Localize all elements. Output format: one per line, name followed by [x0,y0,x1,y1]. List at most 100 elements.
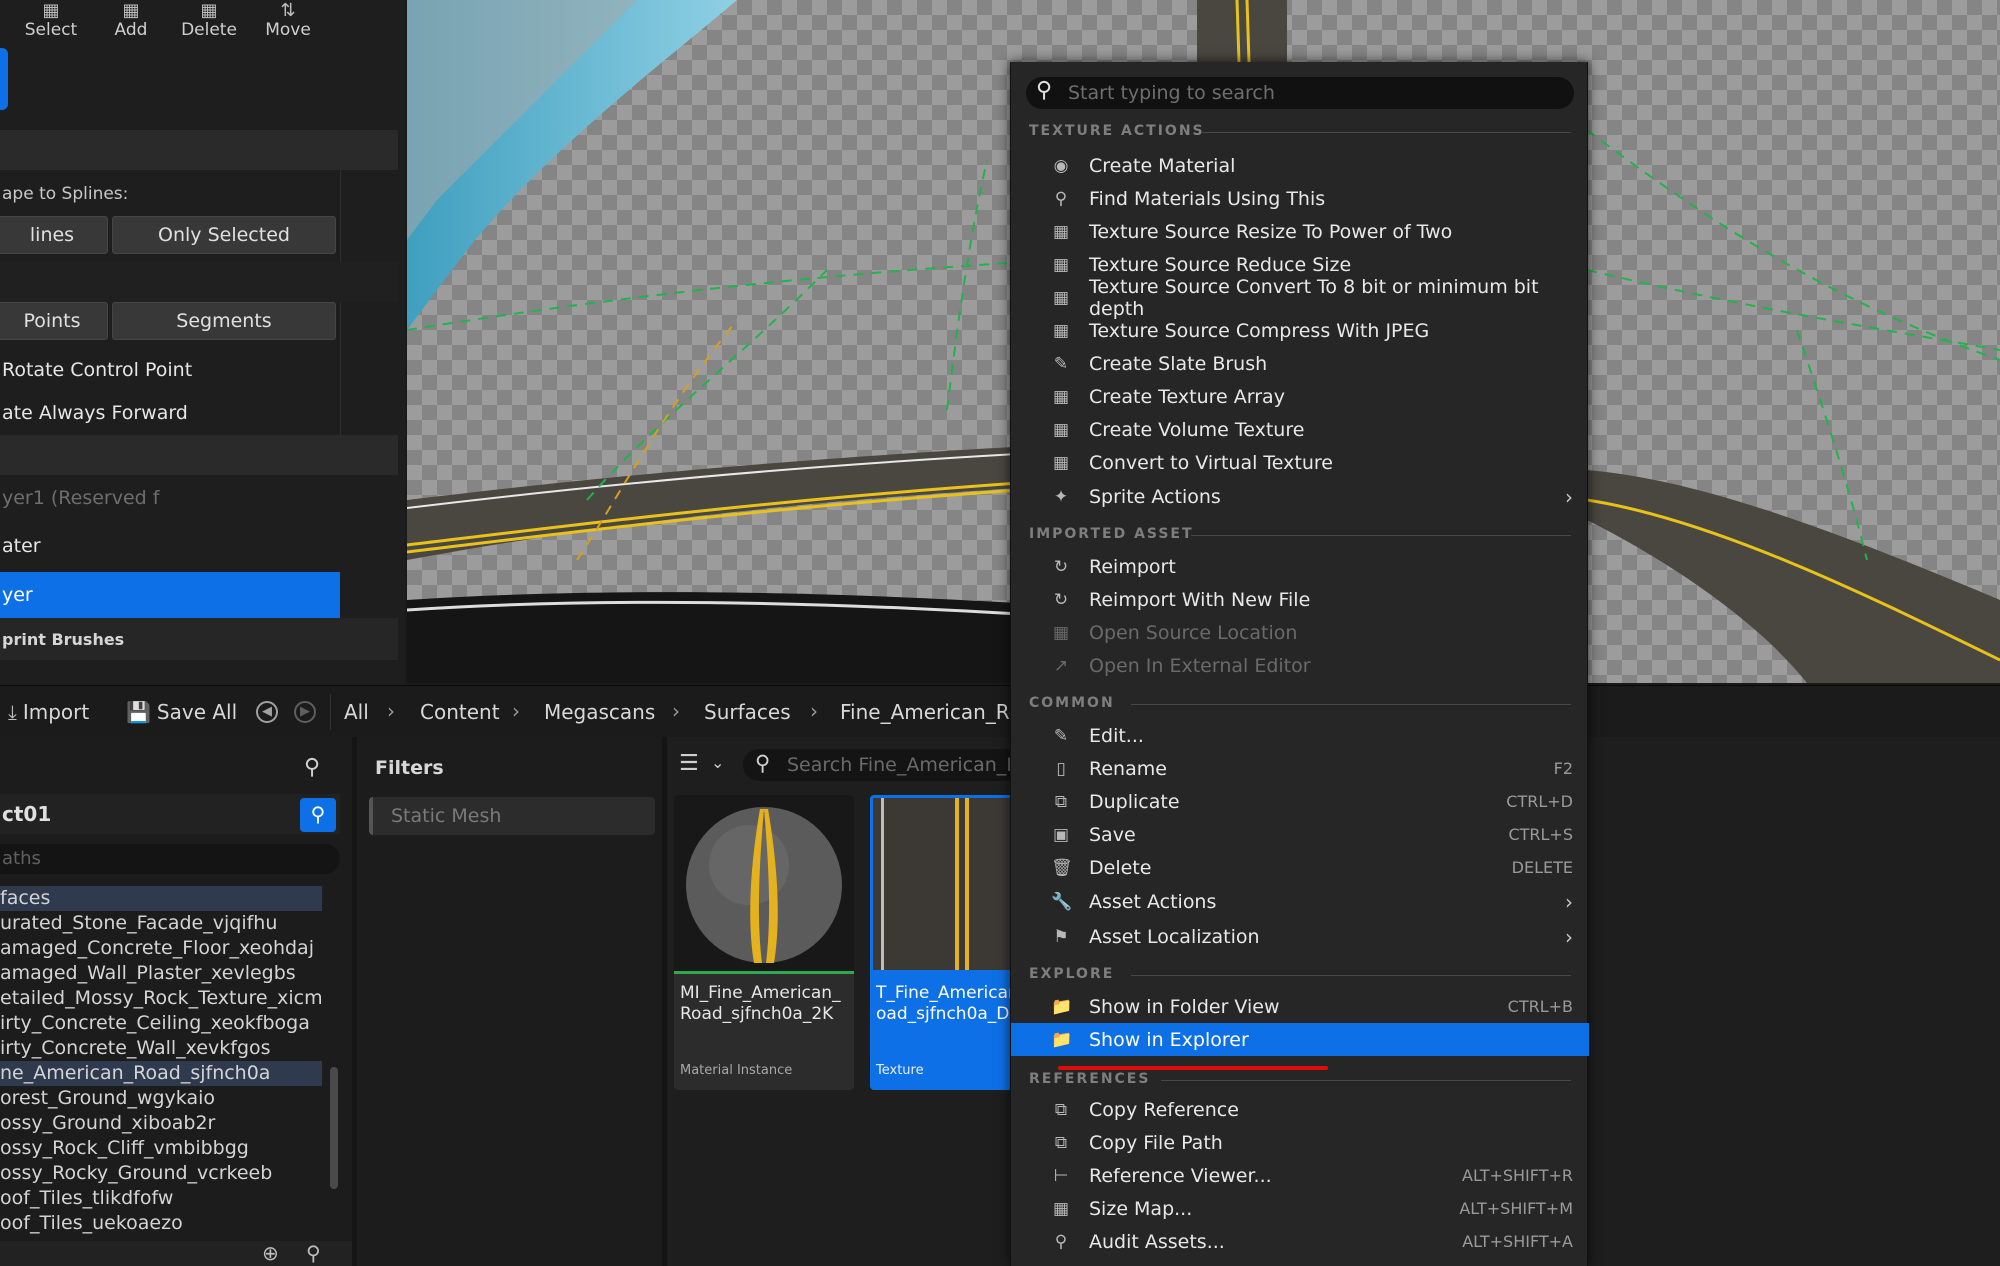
tree-item[interactable]: urated_Stone_Facade_vjqifhu [0,911,322,936]
search-icon[interactable]: ⚲ [306,1241,321,1265]
menu-show-in-explorer[interactable]: 📁 Show in Explorer [1011,1023,1589,1056]
menu-audit-assets[interactable]: ⚲ Audit Assets... ALT+SHIFT+A [1011,1225,1589,1258]
asset-tile-material-instance[interactable]: MI_Fine_American_Road_sjfnch0a_2K Materi… [674,795,854,1090]
menu-copy-file-path[interactable]: ⧉ Copy File Path [1011,1126,1589,1159]
menu-asset-actions[interactable]: 🔧 Asset Actions › [1011,885,1589,918]
menu-create-volume-texture[interactable]: ▦ Create Volume Texture [1011,413,1589,446]
delete-tool[interactable]: ▦ Delete [174,0,244,41]
blueprint-brushes-header: print Brushes [0,618,398,660]
menu-create-slate-brush[interactable]: ✎ Create Slate Brush [1011,347,1589,380]
import-button[interactable]: ⤓ Import [8,700,89,724]
add-icon[interactable]: ⊕ [262,1241,279,1265]
breadcrumb-chevron-icon: › [387,699,395,723]
menu-reimport-new-file[interactable]: ↻ Reimport With New File [1011,583,1589,616]
content-browser-toolbar: ⤓ Import 💾 Save All ◀ ▶ All › Content › … [0,685,2000,737]
tree-item[interactable]: ossy_Rock_Cliff_vmbibbgg [0,1136,322,1161]
tree-item[interactable]: orest_Ground_wgykaio [0,1086,322,1111]
breadcrumb-surfaces[interactable]: Surfaces [704,700,791,724]
menu-sprite-actions[interactable]: ✦ Sprite Actions › [1011,480,1589,513]
search-icon[interactable]: ⚲ [304,755,320,780]
tree-scrollbar[interactable] [330,1067,338,1189]
section-divider [1131,975,1571,976]
layer-item-selected[interactable]: yer [0,572,340,618]
section-header-common: COMMON [1029,695,1115,711]
rotate-control-point-button[interactable]: Rotate Control Point [0,350,340,390]
tree-item[interactable]: faces [0,886,322,911]
tree-item[interactable]: ossy_Rocky_Ground_vcrkeeb [0,1161,322,1186]
context-search-input[interactable]: ⚲ Start typing to search [1026,77,1574,109]
asset-name: MI_Fine_American_Road_sjfnch0a_2K [680,983,841,1024]
search-icon: ⚲ [755,751,771,775]
menu-asset-localization[interactable]: ⚑ Asset Localization › [1011,920,1589,953]
menu-create-material[interactable]: ◉ Create Material [1011,149,1589,182]
texture-icon: ▦ [1052,387,1070,407]
menu-find-materials[interactable]: ⚲ Find Materials Using This [1011,182,1589,215]
menu-edit[interactable]: ✎ Edit... [1011,719,1589,752]
menu-show-in-folder-view[interactable]: 📁 Show in Folder View CTRL+B [1011,990,1589,1023]
points-button[interactable]: Points [0,302,108,340]
move-tool[interactable]: ⇅ Move [253,0,323,41]
section-header-references: REFERENCES [1029,1071,1151,1087]
menu-copy-reference[interactable]: ⧉ Copy Reference [1011,1093,1589,1126]
all-splines-button[interactable]: lines [0,216,108,254]
save-all-button[interactable]: 💾 Save All [126,700,237,724]
sprite-icon: ✦ [1053,487,1069,507]
menu-compress-jpeg[interactable]: ▦ Texture Source Compress With JPEG [1011,314,1589,347]
menu-resize-power-of-two[interactable]: ▦ Texture Source Resize To Power of Two [1011,215,1589,248]
tree-item[interactable]: amaged_Concrete_Floor_xeohdaj [0,936,322,961]
chevron-down-icon[interactable]: ⌄ [711,753,724,772]
duplicate-icon: ⧉ [1054,792,1068,812]
menu-open-external-editor: ↗ Open In External Editor [1011,649,1589,682]
breadcrumb-content[interactable]: Content [420,700,500,724]
tree-item[interactable]: oof_Tiles_tlikdfofw [0,1186,322,1211]
mode-tab[interactable] [0,48,8,110]
breadcrumb-current-folder[interactable]: Fine_American_Ro [840,700,1021,724]
menu-size-map[interactable]: ▦ Size Map... ALT+SHIFT+M [1011,1192,1589,1225]
menu-open-source-location: ▦ Open Source Location [1052,621,1298,644]
brush-icon: ✎ [1053,354,1069,374]
menu-reference-viewer[interactable]: ⊢ Reference Viewer... ALT+SHIFT+R [1011,1159,1589,1192]
layer-item-water[interactable]: ater [0,526,340,566]
tree-item[interactable]: etailed_Mossy_Rock_Texture_xicmx [0,986,322,1011]
rotate-always-forward-button[interactable]: ate Always Forward [0,393,340,433]
tree-item[interactable]: oof_Tiles_uekoaezo [0,1211,322,1236]
pencil-icon: ✎ [1053,726,1069,746]
filter-icon[interactable]: ☰ [679,751,699,776]
only-selected-button[interactable]: Only Selected [112,216,336,254]
segments-button[interactable]: Segments [112,302,336,340]
tree-item[interactable]: irty_Concrete_Wall_xevkfgos [0,1036,322,1061]
menu-rename[interactable]: ▯ Rename F2 [1011,752,1589,785]
forward-icon[interactable]: ▶ [294,701,316,723]
external-icon: ↗ [1053,656,1069,676]
tree-item[interactable]: ossy_Ground_xiboab2r [0,1111,322,1136]
menu-create-texture-array[interactable]: ▦ Create Texture Array [1011,380,1589,413]
texture-icon: ▦ [1052,222,1070,242]
path-filter-input[interactable]: aths [0,844,340,874]
landscape-tool-panel: ▦ Select ▦ Add ▦ Delete ⇅ Move ape to Sp… [0,0,405,685]
folder-icon: 📁 [1051,997,1073,1017]
section-header [0,435,398,475]
breadcrumb-megascans[interactable]: Megascans [544,700,655,724]
menu-convert-8bit[interactable]: ▦ Texture Source Convert To 8 bit or min… [1011,276,1589,320]
filter-chip-static-mesh[interactable]: Static Mesh [369,797,655,835]
back-icon[interactable]: ◀ [256,701,278,723]
layer-item-reserved[interactable]: yer1 (Reserved f [0,478,340,518]
select-tool[interactable]: ▦ Select [16,0,86,41]
chevron-right-icon: › [1565,924,1573,949]
menu-save[interactable]: ▣ Save CTRL+S [1011,818,1589,851]
tree-item[interactable]: amaged_Wall_Plaster_xevlegbs [0,961,322,986]
breadcrumb-all[interactable]: All [344,700,369,724]
project-row[interactable]: ct01 ⚲ [0,794,340,834]
menu-convert-virtual-texture[interactable]: ▦ Convert to Virtual Texture [1011,446,1589,479]
menu-reimport[interactable]: ↻ Reimport [1011,550,1589,583]
menu-delete[interactable]: 🗑 Delete DELETE [1011,851,1589,884]
menu-duplicate[interactable]: ⧉ Duplicate CTRL+D [1011,785,1589,818]
tree-item-selected[interactable]: ne_American_Road_sjfnch0a [0,1061,322,1086]
section-header-explore: EXPLORE [1029,966,1115,982]
tree-item[interactable]: irty_Concrete_Ceiling_xeokfboga [0,1011,322,1036]
search-icon[interactable]: ⚲ [300,798,336,832]
breadcrumb-chevron-icon: › [512,699,520,723]
sizemap-icon: ▦ [1052,1199,1070,1219]
add-tool[interactable]: ▦ Add [96,0,166,41]
chevron-right-icon: › [1565,889,1573,914]
